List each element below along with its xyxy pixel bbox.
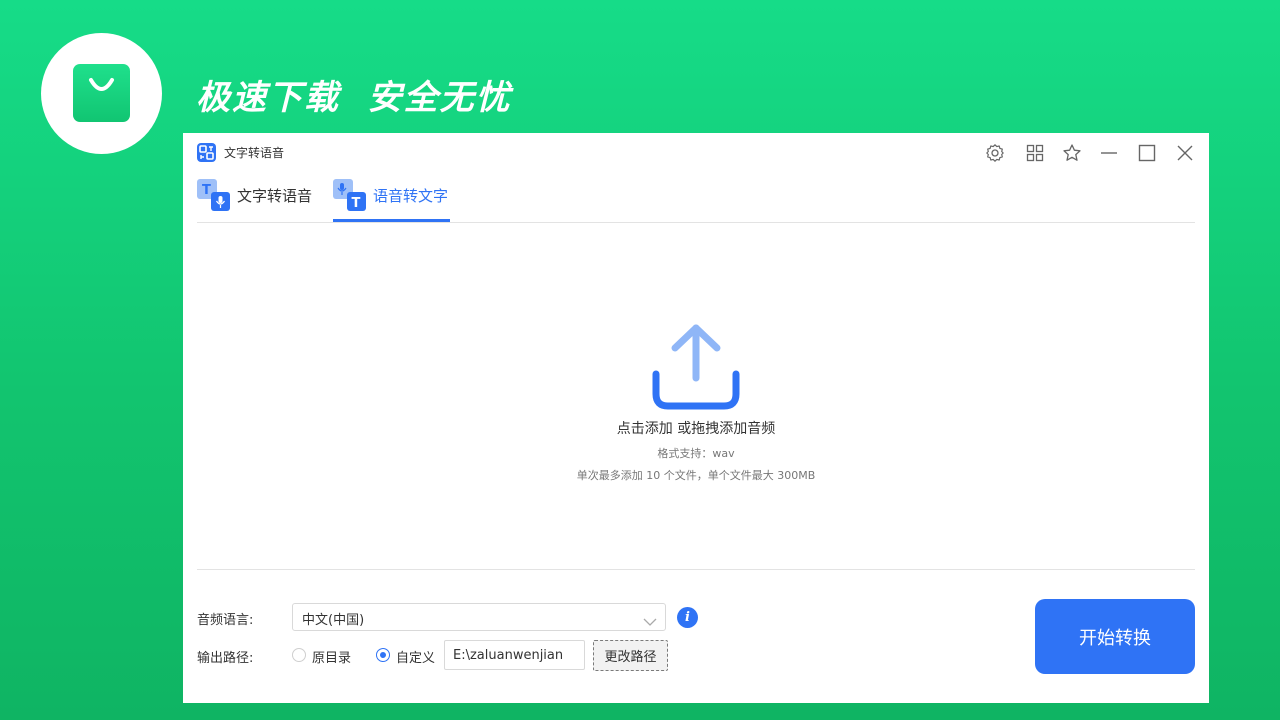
custom-directory-radio[interactable] [376,648,390,662]
grid-icon[interactable] [1023,141,1047,165]
tab-speech-to-text[interactable]: T 语音转文字 [333,177,453,223]
settings-icon[interactable] [983,141,1007,165]
audio-language-value: 中文(中国) [302,609,364,628]
tabs-divider [197,222,1195,223]
start-conversion-button[interactable]: 开始转换 [1035,599,1195,674]
tab-label: 文字转语音 [237,185,312,206]
audio-drop-zone[interactable]: 点击添加 或拖拽添加音频 格式支持：wav 单次最多添加 10 个文件，单个文件… [197,224,1195,569]
info-icon[interactable]: i [677,607,698,628]
shopping-bag-icon [73,64,130,122]
window-title: 文字转语音 [224,144,284,161]
promo-tagline: 极速下载 安全无忧 [196,70,512,119]
app-logo-icon [197,143,216,162]
star-icon[interactable] [1060,141,1084,165]
close-icon[interactable] [1173,141,1197,165]
custom-directory-label: 自定义 [396,647,435,666]
svg-text:T: T [202,183,211,198]
settings-divider [197,569,1195,570]
original-directory-label: 原目录 [312,647,351,666]
audio-language-label: 音频语言: [197,609,253,628]
tab-label: 语音转文字 [373,185,448,206]
minimize-icon[interactable] [1097,141,1121,165]
text-to-speech-tab-icon: T [197,177,231,211]
original-directory-radio[interactable] [292,648,306,662]
app-window: 文字转语音 T [183,133,1209,703]
chevron-down-icon [643,612,657,631]
tab-text-to-speech[interactable]: T 文字转语音 [197,177,317,223]
output-path-input[interactable] [444,640,585,670]
change-path-button[interactable]: 更改路径 [593,640,668,671]
speech-to-text-tab-icon: T [333,177,367,211]
svg-text:T: T [352,196,361,211]
upload-icon [652,322,740,416]
drop-zone-instruction: 点击添加 或拖拽添加音频 [197,418,1195,438]
audio-language-select[interactable]: 中文(中国) [292,603,666,631]
active-tab-indicator [333,219,450,222]
maximize-icon[interactable] [1135,141,1159,165]
supported-format-text: 格式支持：wav [197,445,1195,461]
output-path-label: 输出路径: [197,647,253,666]
file-limit-text: 单次最多添加 10 个文件，单个文件最大 300MB [197,467,1195,483]
